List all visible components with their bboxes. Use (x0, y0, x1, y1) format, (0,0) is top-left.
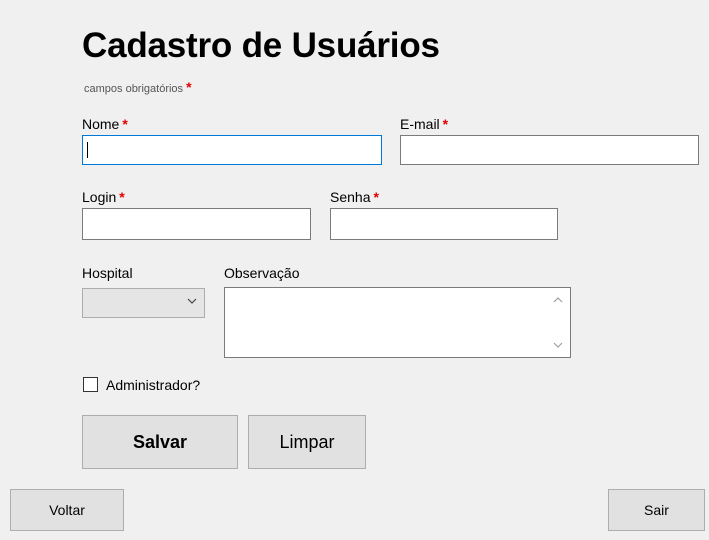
hospital-label: Hospital (82, 265, 133, 281)
required-marker: * (122, 116, 128, 132)
login-label: Login * (82, 188, 125, 206)
required-marker: * (373, 189, 379, 205)
required-marker: * (119, 189, 125, 205)
exit-button[interactable]: Sair (608, 489, 705, 531)
hospital-select[interactable] (82, 288, 205, 318)
clear-button[interactable]: Limpar (248, 415, 366, 469)
chevron-down-icon (187, 298, 197, 304)
nome-label: Nome * (82, 115, 128, 133)
required-note-text: campos obrigatórios (84, 83, 184, 95)
chevron-down-icon[interactable] (552, 340, 564, 350)
save-button[interactable]: Salvar (82, 415, 238, 469)
login-label-text: Login (82, 189, 117, 205)
page-title: Cadastro de Usuários (82, 26, 440, 65)
observacao-textarea[interactable] (224, 287, 571, 358)
senha-input[interactable] (330, 208, 558, 240)
chevron-up-icon[interactable] (552, 295, 564, 305)
observacao-label: Observação (224, 265, 300, 281)
required-marker: * (442, 116, 449, 132)
senha-label-text: Senha (330, 189, 371, 205)
text-caret (87, 142, 88, 158)
required-fields-note: campos obrigatórios * (84, 79, 192, 95)
administrador-checkbox[interactable] (83, 377, 98, 392)
nome-label-text: Nome (82, 116, 120, 132)
required-marker: * (186, 79, 192, 95)
back-button[interactable]: Voltar (10, 489, 124, 531)
login-input[interactable] (82, 208, 311, 240)
nome-input[interactable] (82, 135, 382, 165)
administrador-label[interactable]: Administrador? (106, 376, 200, 394)
email-label: E-mail * (400, 115, 448, 133)
email-input[interactable] (400, 135, 699, 165)
email-label-text: E-mail (400, 116, 440, 132)
senha-label: Senha * (330, 188, 379, 206)
